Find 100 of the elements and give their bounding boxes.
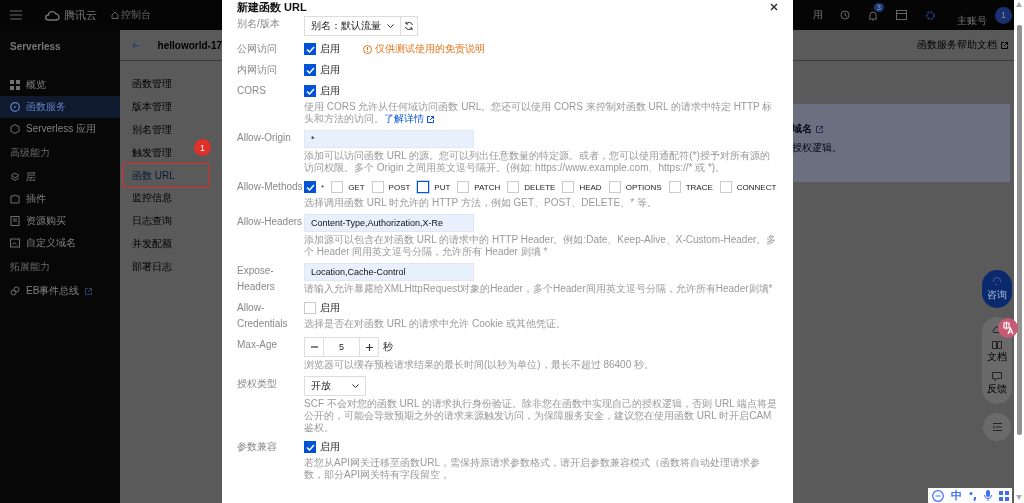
clock-icon[interactable] [840,10,850,20]
method-checkbox[interactable]: PATCH [457,181,501,193]
chat-icon [992,372,1002,381]
help-text: 添加可以访问函数 URL 的源。您可以列出任意数量的特定源。或者，您可以使用通配符(*)授予对所有源的访问权限。多个 Origin 之间用英文逗号隔开。(例如: https://www.example.com、https://* 或 *)。 [304,150,771,174]
window-icon [10,238,20,248]
help-text: 添加源可以包含在对函数 URL 的请求中的 HTTP Header。例如:Date、Keep-Alive、X-Custom-Header。多个 Header 间用英文逗号分隔，允许所有 Header 则填 * [304,234,778,258]
checkbox-option[interactable]: 启用 [304,84,340,98]
refresh-icon [404,21,414,31]
sidebar-item[interactable]: 自定义域名 [0,232,120,254]
function-nav-item[interactable]: 版本管理 [120,95,172,119]
learn-more-link[interactable]: 了解详情 [384,113,434,125]
method-checkbox[interactable]: TRACE [668,181,713,193]
method-checkbox[interactable]: GET [331,181,365,193]
number-stepper[interactable]: 5 [304,337,379,357]
field-label: 授权类型 [237,377,278,391]
warning-icon [363,44,372,54]
translate-icon[interactable] [998,318,1018,338]
header-link[interactable]: 用 [813,8,823,22]
grid-icon[interactable] [998,490,1009,501]
notice-title: 域名 [792,122,812,136]
plus-icon[interactable] [365,343,373,351]
sidebar-item[interactable]: Serverless 应用 [0,118,120,140]
field-label: Allow-Credentials [237,301,289,331]
select-field[interactable]: 开放 [304,376,366,396]
external-link-icon [816,125,823,133]
input-field[interactable]: * [304,130,474,148]
brand-name: 腾讯云 [64,7,97,23]
layers-icon [10,172,20,182]
compass-icon [10,102,20,112]
check-icon [305,66,315,74]
sidebar-item[interactable]: EB事件总线 [0,280,120,302]
input-field[interactable]: Location,Cache-Control [304,263,474,281]
checkbox-option[interactable]: 启用 [304,63,340,77]
checkbox-option[interactable]: 启用 [304,42,340,56]
external-link-icon [427,115,434,123]
help-text: 若您从API网关迁移至函数URL，需保持原请求参数格式，请开启参数兼容模式（函数将自动处理请求参数，部分API网关特有字段留空， [304,457,762,481]
refresh-button[interactable] [400,16,418,36]
avatar[interactable]: 1 [995,6,1012,24]
field-label: 参数兼容 [237,440,278,454]
check-icon [305,87,315,95]
minus-icon[interactable] [310,346,318,348]
field-label: 别名/版本 [237,17,281,31]
checkbox-option[interactable]: 启用 [304,440,340,454]
sidebar-heading: 拓展能力 [9,260,51,274]
sidebar-item[interactable]: 函数服务 [0,96,120,118]
sidebar-item[interactable]: 资源购买 [0,210,120,232]
method-checkbox[interactable]: OPTIONS [608,181,662,193]
scrollbar[interactable] [1014,0,1024,503]
help-doc-link[interactable]: 函数服务帮助文档 [917,38,997,52]
function-nav-item[interactable]: 别名管理 [120,118,172,142]
field-label: Max-Age [237,338,278,352]
bell-icon[interactable] [868,9,878,21]
help-text: 选择调用函数 URL 时允许的 HTTP 方法，例如 GET、POST、DELETE、* 等。 [304,197,658,209]
punctuation-icon[interactable] [968,490,977,501]
microphone-icon[interactable] [983,490,992,501]
gear-icon[interactable] [925,9,936,21]
cloud-logo-icon[interactable] [44,9,60,21]
caret-icon [387,23,394,29]
field-label: Allow-Origin [237,131,292,145]
field-label: Expose-Headers [237,264,276,294]
checkbox-option[interactable]: 启用 [304,301,340,315]
card-icon[interactable] [896,10,907,20]
console-link[interactable]: 控制台 [111,8,151,22]
float-tool-button[interactable]: 文档 [987,341,1007,364]
account-label[interactable]: 主账号 [957,14,987,28]
arrow-down-icon[interactable] [1016,495,1022,500]
sidebar-item[interactable]: 插件 [0,188,120,210]
help-text: SCF 不会对您的函数 URL 的请求执行身份验证。除非您在函数中实现自己的授权逻辑，否则 URL 端点将是公开的，可能会导致预期之外的请求来源触发访问，为保障服务安全，建议您在使用函数 URL 时开启CAM鉴权。 [304,398,778,434]
arrow-up-icon[interactable] [1016,2,1022,7]
help-text: 使用 CORS 允许从任何域访问函数 URL。您还可以使用 CORS 来控制对函数 URL 的请求中特定 HTTP 标头和方法的访问。了解详情 [304,101,774,125]
function-nav-item[interactable]: 函数管理 [120,73,172,96]
close-icon[interactable] [770,3,778,11]
help-text: 选择是否在对函数 URL 的请求中允许 Cookie 或其他凭证。 [304,318,567,330]
float-tool-button[interactable]: 反馈 [987,372,1007,396]
function-title: helloworld-17 [157,39,222,51]
function-nav-item[interactable]: 部署日志 [120,255,172,279]
hexagon-icon [10,124,20,134]
puzzle-icon [10,194,20,204]
method-checkbox[interactable]: DELETE [507,181,556,193]
function-nav-item[interactable]: 并发配额 [120,232,172,256]
method-checkbox[interactable]: PUT [417,181,451,193]
sidebar-item[interactable]: 层 [0,166,120,188]
function-nav-item[interactable]: 监控信息 [120,187,172,210]
grid-icon [10,80,20,90]
input-field[interactable]: Content-Type,Authorization,X-Re [304,214,474,232]
field-label: 内网访问 [237,63,278,77]
keyboard-icon[interactable] [931,489,944,502]
notice-text: 授权逻辑。 [792,141,843,155]
select-field[interactable]: 别名：默认流量 [304,16,401,36]
field-label: Allow-Headers [237,215,304,229]
sidebar-item[interactable]: 概览 [0,74,120,96]
check-icon [305,183,315,191]
ime-language-toggle[interactable]: 中 [950,488,962,503]
function-nav-item[interactable]: 日志查询 [120,209,172,233]
disclaimer-link[interactable]: 仅供测试使用的免责说明 [363,42,485,56]
method-checkbox[interactable]: CONNECT [719,181,777,193]
external-link-icon [1001,41,1008,49]
function-nav-item[interactable]: 触发管理 [120,141,172,165]
method-checkbox[interactable]: POST [371,181,411,193]
method-checkbox[interactable]: HEAD [562,181,602,193]
